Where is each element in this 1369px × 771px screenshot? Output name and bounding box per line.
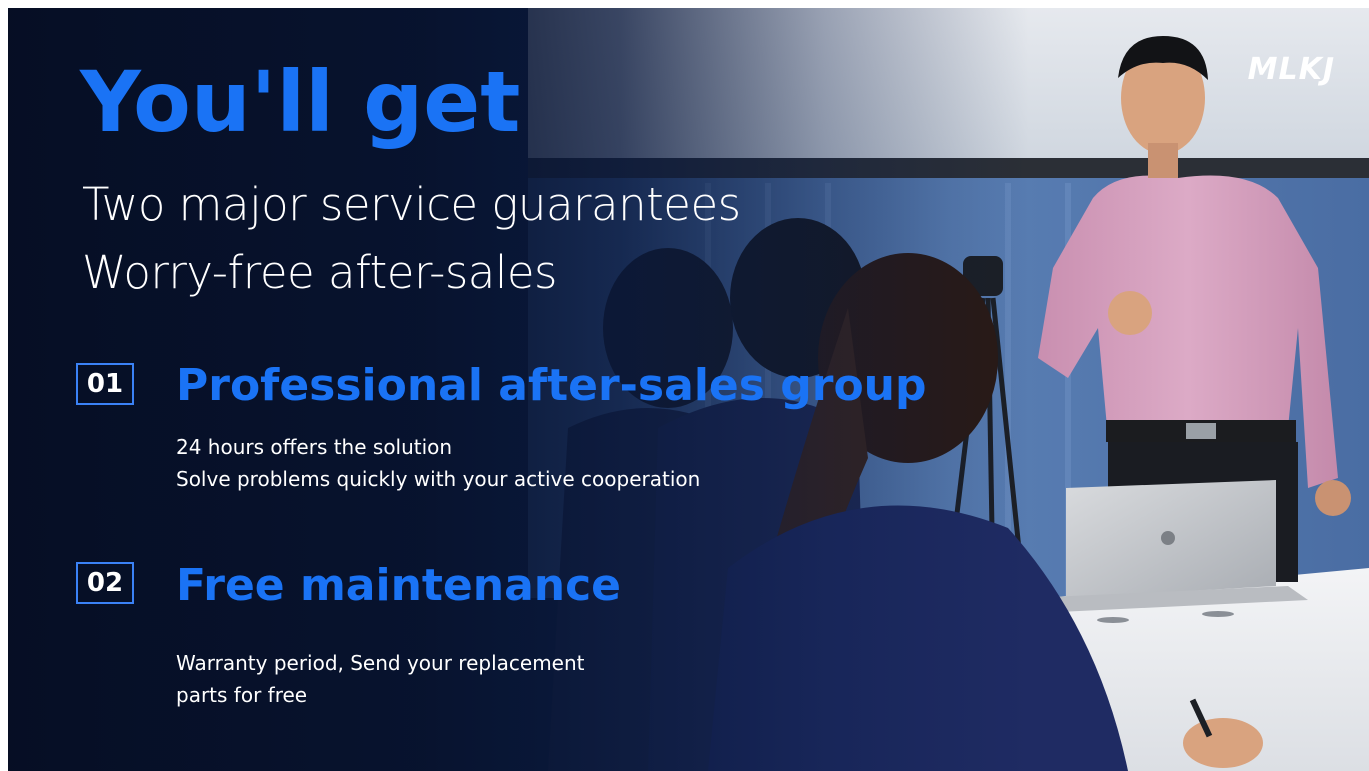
section-description: Warranty period, Send your replacement p…: [176, 647, 585, 711]
subheadline-line-2: Worry-free after-sales: [82, 246, 557, 299]
section-number-badge: 02: [76, 562, 134, 604]
section-title: Free maintenance: [176, 560, 622, 611]
section-description: 24 hours offers the solution Solve probl…: [176, 431, 700, 495]
section-number-badge: 01: [76, 363, 134, 405]
brand-logo: MLKJ: [1247, 52, 1335, 87]
section-title: Professional after-sales group: [176, 360, 927, 411]
headline: You'll get: [80, 53, 521, 151]
section-description-line: Solve problems quickly with your active …: [176, 467, 701, 491]
section-description-line: 24 hours offers the solution: [176, 435, 453, 459]
section-description-line: parts for free: [176, 683, 308, 707]
slide: MLKJ You'll get Two major service guaran…: [8, 8, 1369, 771]
subheadline-line-1: Two major service guarantees: [82, 178, 741, 231]
section-description-line: Warranty period, Send your replacement: [176, 651, 585, 675]
